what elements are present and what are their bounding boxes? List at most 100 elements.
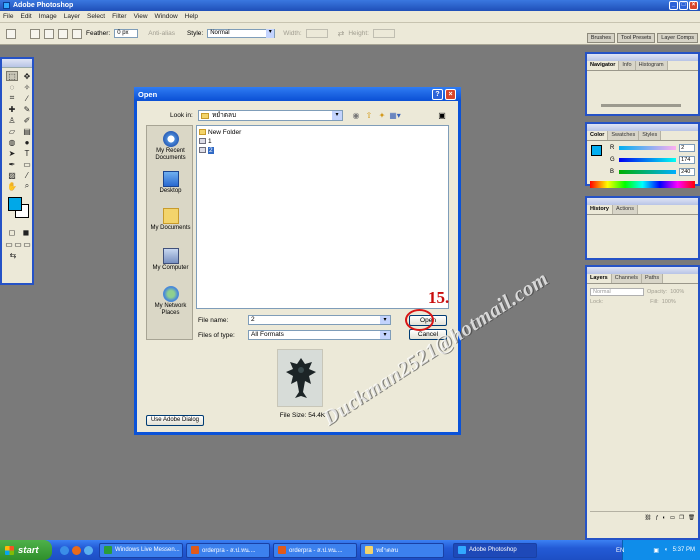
path-selection-icon[interactable]: ➤ bbox=[6, 148, 18, 158]
chevron-down-icon[interactable]: ▾ bbox=[380, 331, 390, 339]
width-input[interactable] bbox=[305, 29, 328, 38]
taskbar-button-orderpra-2[interactable]: orderpra - ส.ป.หน.... bbox=[273, 542, 357, 558]
chevron-down-icon[interactable]: ▾ bbox=[380, 316, 390, 324]
list-item[interactable]: New Folder bbox=[199, 128, 241, 136]
feather-input[interactable]: 0 px bbox=[114, 29, 139, 38]
fill-value[interactable]: 100% bbox=[662, 299, 676, 305]
move-tool-icon[interactable]: ✥ bbox=[21, 71, 33, 81]
layer-style-icon[interactable]: ƒ bbox=[655, 515, 658, 521]
crop-tool-icon[interactable]: ⌗ bbox=[6, 93, 18, 103]
menu-file[interactable]: File bbox=[3, 13, 13, 20]
taskbar-button-photoshop[interactable]: Adobe Photoshop bbox=[453, 542, 537, 558]
tab-histogram[interactable]: Histogram bbox=[635, 61, 668, 70]
b-input[interactable]: 240 bbox=[679, 168, 695, 176]
quick-mask-icon[interactable]: ◼ bbox=[20, 227, 32, 237]
swap-icon[interactable]: ⇄ bbox=[338, 29, 345, 38]
new-folder-icon[interactable]: ▭ bbox=[670, 515, 675, 521]
language-indicator[interactable]: EN bbox=[616, 548, 624, 554]
type-tool-icon[interactable]: T bbox=[21, 148, 33, 158]
menu-view[interactable]: View bbox=[134, 13, 148, 20]
tab-color[interactable]: Color bbox=[587, 131, 609, 140]
close-button[interactable]: × bbox=[689, 1, 698, 10]
menu-select[interactable]: Select bbox=[87, 13, 105, 20]
taskbar-button-folder[interactable]: หยำตลบ bbox=[360, 542, 444, 558]
place-desktop[interactable]: Desktop bbox=[147, 171, 194, 195]
tab-layers[interactable]: Layers bbox=[587, 274, 612, 283]
start-button[interactable]: start bbox=[0, 540, 52, 560]
new-layer-icon[interactable]: ❐ bbox=[679, 515, 684, 521]
new-selection-button[interactable] bbox=[30, 28, 40, 39]
file-name-input[interactable]: 2 ▾ bbox=[248, 315, 391, 325]
navigator-zoom-slider[interactable] bbox=[601, 104, 681, 107]
help-button[interactable]: ? bbox=[432, 89, 443, 100]
place-my-network[interactable]: My Network Places bbox=[147, 286, 194, 317]
standard-mode-icon[interactable]: ◻ bbox=[6, 227, 18, 237]
subtract-selection-button[interactable] bbox=[58, 28, 68, 39]
b-slider[interactable] bbox=[618, 170, 677, 174]
dodge-tool-icon[interactable]: ● bbox=[21, 137, 33, 147]
marquee-preset-button[interactable] bbox=[6, 28, 16, 39]
tab-history[interactable]: History bbox=[587, 205, 613, 214]
well-tab-tool-presets[interactable]: Tool Presets bbox=[617, 33, 656, 43]
jump-to-imageready-icon[interactable]: ⇆ bbox=[7, 250, 19, 260]
tab-paths[interactable]: Paths bbox=[642, 274, 664, 283]
file-list[interactable]: New Folder 1 2 bbox=[196, 125, 449, 309]
look-in-select[interactable]: หยำตลบ ▾ bbox=[198, 110, 343, 121]
screen-mode-1-icon[interactable]: ▭ bbox=[5, 239, 13, 249]
link-layers-icon[interactable]: ⛓ bbox=[645, 515, 652, 521]
blur-tool-icon[interactable]: ◍ bbox=[6, 137, 18, 147]
foreground-color-swatch[interactable] bbox=[8, 197, 22, 211]
opacity-value[interactable]: 100% bbox=[670, 289, 684, 295]
place-my-computer[interactable]: My Computer bbox=[147, 248, 194, 272]
color-fg-swatch[interactable] bbox=[591, 145, 602, 156]
files-of-type-select[interactable]: All Formats ▾ bbox=[248, 330, 391, 340]
screen-mode-3-icon[interactable]: ▭ bbox=[23, 239, 31, 249]
menu-layer[interactable]: Layer bbox=[64, 13, 80, 20]
style-select[interactable]: Normal bbox=[207, 29, 276, 38]
well-tab-layer-comps[interactable]: Layer Comps bbox=[657, 33, 698, 43]
back-icon[interactable]: ◉ bbox=[351, 110, 361, 120]
layer-mask-icon[interactable]: ◐ bbox=[663, 515, 666, 521]
well-tab-brushes[interactable]: Brushes bbox=[586, 33, 616, 43]
healing-brush-icon[interactable]: ✚ bbox=[6, 104, 18, 114]
taskbar-button-messenger[interactable]: Windows Live Messen... bbox=[99, 542, 183, 558]
color-palette-grip[interactable] bbox=[587, 124, 698, 131]
eyedropper-icon[interactable]: ⁄ bbox=[21, 170, 33, 180]
lasso-tool-icon[interactable]: ◌ bbox=[6, 82, 18, 92]
antialias-checkbox-label[interactable]: Anti-alias bbox=[148, 30, 175, 37]
marquee-tool-icon[interactable]: ⬚ bbox=[6, 71, 18, 81]
clone-stamp-icon[interactable]: ♙ bbox=[6, 115, 18, 125]
blend-mode-select[interactable]: Normal bbox=[590, 288, 644, 296]
menu-window[interactable]: Window bbox=[155, 13, 178, 20]
screen-mode-2-icon[interactable]: ▭ bbox=[14, 239, 22, 249]
height-input[interactable] bbox=[372, 29, 395, 38]
r-slider[interactable] bbox=[618, 146, 677, 150]
toolbox-grip[interactable] bbox=[2, 59, 32, 68]
tab-channels[interactable]: Channels bbox=[611, 274, 642, 283]
intersect-selection-button[interactable] bbox=[72, 28, 82, 39]
menu-edit[interactable]: Edit bbox=[20, 13, 31, 20]
minimize-button[interactable]: _ bbox=[669, 1, 678, 10]
gradient-tool-icon[interactable]: ▤ bbox=[21, 126, 33, 136]
use-adobe-dialog-button[interactable]: Use Adobe Dialog bbox=[146, 415, 204, 426]
list-item[interactable]: 1 bbox=[199, 137, 212, 145]
tab-actions[interactable]: Actions bbox=[612, 205, 638, 214]
view-menu-icon[interactable]: ▦▾ bbox=[389, 110, 401, 120]
history-brush-icon[interactable]: ✐ bbox=[21, 115, 33, 125]
menu-image[interactable]: Image bbox=[39, 13, 57, 20]
eraser-icon[interactable]: ▱ bbox=[6, 126, 18, 136]
layers-palette-grip[interactable] bbox=[587, 267, 698, 274]
tab-navigator[interactable]: Navigator bbox=[587, 61, 620, 70]
brush-tool-icon[interactable]: ✎ bbox=[21, 104, 33, 114]
g-slider[interactable] bbox=[618, 158, 677, 162]
browser-icon[interactable] bbox=[60, 545, 69, 555]
firefox-icon[interactable] bbox=[72, 545, 81, 555]
taskbar-button-orderpra-1[interactable]: orderpra - ส.ป.หน.... bbox=[186, 542, 270, 558]
clock[interactable]: 5:37 PM bbox=[673, 547, 695, 553]
new-folder-icon[interactable]: ✦ bbox=[377, 110, 387, 120]
list-item-selected[interactable]: 2 bbox=[199, 146, 214, 154]
g-input[interactable]: 174 bbox=[679, 156, 695, 164]
place-recent-documents[interactable]: My Recent Documents bbox=[147, 131, 194, 162]
add-selection-button[interactable] bbox=[44, 28, 54, 39]
tab-info[interactable]: Info bbox=[619, 61, 636, 70]
